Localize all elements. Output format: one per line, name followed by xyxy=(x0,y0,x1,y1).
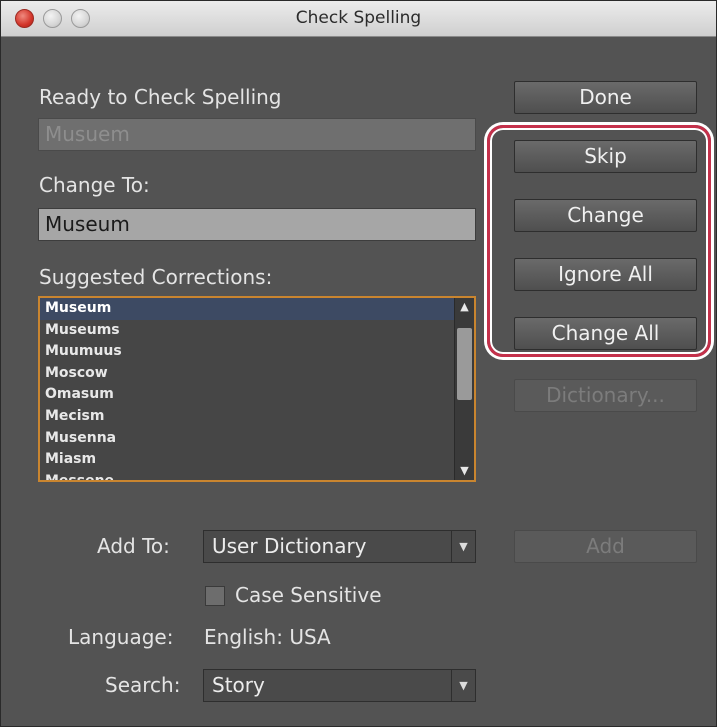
case-sensitive-checkbox[interactable] xyxy=(205,586,225,606)
suggestions-scrollbar[interactable]: ▲ ▼ xyxy=(454,298,474,480)
chevron-down-icon: ▼ xyxy=(451,531,475,562)
suggestion-item[interactable]: Miasm xyxy=(40,449,454,471)
add-button[interactable]: Add xyxy=(514,530,697,563)
change-to-label: Change To: xyxy=(39,173,150,197)
dictionary-button[interactable]: Dictionary... xyxy=(514,379,697,412)
language-label: Language: xyxy=(68,625,174,649)
language-value: English: USA xyxy=(204,625,331,649)
change-button[interactable]: Change xyxy=(514,199,697,232)
change-to-input[interactable]: Museum xyxy=(38,208,476,241)
suggestions-items: Museum Museums Muumuus Moscow Omasum Mecism Mu… xyxy=(40,298,454,480)
search-value: Story xyxy=(212,673,265,697)
suggestion-item[interactable]: Museums xyxy=(40,320,454,342)
title-bar: Check Spelling xyxy=(1,1,716,37)
scroll-up-icon[interactable]: ▲ xyxy=(455,298,474,316)
done-button[interactable]: Done xyxy=(514,81,697,114)
suggestion-item[interactable]: Muumuus xyxy=(40,341,454,363)
add-to-value: User Dictionary xyxy=(212,534,367,558)
change-all-button[interactable]: Change All xyxy=(514,317,697,350)
suggestion-item[interactable]: Moscow xyxy=(40,363,454,385)
not-in-dictionary-field: Musuem xyxy=(38,118,476,151)
suggested-corrections-label: Suggested Corrections: xyxy=(39,265,273,289)
suggestion-item[interactable]: Museum xyxy=(40,298,454,320)
scroll-thumb[interactable] xyxy=(457,328,472,400)
skip-button[interactable]: Skip xyxy=(514,140,697,173)
add-to-dropdown[interactable]: User Dictionary ▼ xyxy=(203,530,476,563)
suggestion-item[interactable]: Mecism xyxy=(40,406,454,428)
chevron-down-icon: ▼ xyxy=(451,670,475,701)
search-label: Search: xyxy=(105,673,181,697)
status-label: Ready to Check Spelling xyxy=(39,85,282,109)
suggestions-list[interactable]: Museum Museums Muumuus Moscow Omasum Mecism Mu… xyxy=(38,296,476,482)
search-dropdown[interactable]: Story ▼ xyxy=(203,669,476,702)
case-sensitive-label: Case Sensitive xyxy=(235,583,382,607)
suggestion-item[interactable]: Musenna xyxy=(40,428,454,450)
suggestion-item[interactable]: Omasum xyxy=(40,384,454,406)
check-spelling-dialog: Check Spelling Ready to Check Spelling M… xyxy=(0,0,717,727)
scroll-down-icon[interactable]: ▼ xyxy=(455,462,474,480)
window-title: Check Spelling xyxy=(295,8,422,28)
ignore-all-button[interactable]: Ignore All xyxy=(514,258,697,291)
suggestion-item[interactable]: Messene xyxy=(40,471,454,480)
add-to-label: Add To: xyxy=(97,534,170,558)
